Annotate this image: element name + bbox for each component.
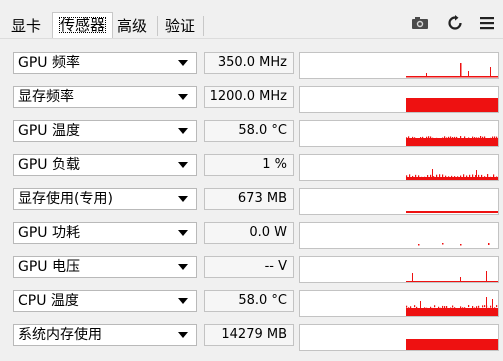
sensor-row: GPU 温度 58.0 °C bbox=[0, 112, 503, 147]
sensor-graph[interactable] bbox=[299, 256, 499, 283]
sensor-row: 显存频率 1200.0 MHz bbox=[0, 78, 503, 113]
chevron-down-icon bbox=[178, 162, 188, 168]
tab-sensors[interactable]: 传感器 bbox=[52, 12, 114, 39]
sensor-name-label: 显存频率 bbox=[18, 89, 74, 105]
gpu-z-sensors-window: 显卡 传感器 高级 验证 GPU 频率 350.0 MHz 显存频率 1200.… bbox=[0, 0, 503, 361]
sensor-value: 0.0 W bbox=[204, 222, 294, 244]
sensor-row: 显存使用(专用) 673 MB bbox=[0, 180, 503, 215]
sensor-name-label: GPU 温度 bbox=[18, 123, 80, 139]
refresh-icon[interactable] bbox=[447, 15, 465, 31]
sensor-graph[interactable] bbox=[299, 324, 499, 351]
sensor-value: 58.0 °C bbox=[204, 120, 294, 142]
sensor-name-label: CPU 温度 bbox=[18, 293, 79, 309]
sensor-value: 1 % bbox=[204, 154, 294, 176]
tab-separator bbox=[157, 16, 158, 36]
sensor-name-select[interactable]: GPU 电压 bbox=[13, 256, 197, 278]
chevron-down-icon bbox=[178, 230, 188, 236]
sensor-name-label: GPU 功耗 bbox=[18, 225, 80, 241]
sensor-row: GPU 负载 1 % bbox=[0, 146, 503, 181]
tab-validation[interactable]: 验证 bbox=[160, 14, 200, 38]
sensor-value: 673 MB bbox=[204, 188, 294, 210]
sensor-name-select[interactable]: GPU 频率 bbox=[13, 52, 197, 74]
sensor-name-select[interactable]: 显存频率 bbox=[13, 86, 197, 108]
tab-graphics-card[interactable]: 显卡 bbox=[6, 14, 46, 38]
sensor-value: 350.0 MHz bbox=[204, 52, 294, 74]
sensor-graph[interactable] bbox=[299, 86, 499, 113]
sensor-name-select[interactable]: 系统内存使用 bbox=[13, 324, 197, 346]
sensor-name-label: GPU 负载 bbox=[18, 157, 80, 173]
sensor-row: GPU 电压 -- V bbox=[0, 248, 503, 283]
sensor-name-label: 显存使用(专用) bbox=[18, 191, 113, 207]
chevron-down-icon bbox=[178, 332, 188, 338]
sensor-name-select[interactable]: GPU 负载 bbox=[13, 154, 197, 176]
sensor-value: 58.0 °C bbox=[204, 290, 294, 312]
tab-strip: 显卡 传感器 高级 验证 bbox=[0, 0, 503, 39]
chevron-down-icon bbox=[178, 94, 188, 100]
sensor-value: 1200.0 MHz bbox=[204, 86, 294, 108]
chevron-down-icon bbox=[178, 298, 188, 304]
tab-separator bbox=[203, 16, 204, 36]
sensor-value: 14279 MB bbox=[204, 324, 294, 346]
sensor-graph[interactable] bbox=[299, 290, 499, 317]
sensor-graph[interactable] bbox=[299, 120, 499, 147]
camera-icon[interactable] bbox=[411, 15, 429, 31]
chevron-down-icon bbox=[178, 60, 188, 66]
sensor-name-label: 系统内存使用 bbox=[18, 327, 102, 343]
sensor-row: GPU 功耗 0.0 W bbox=[0, 214, 503, 249]
sensor-graph[interactable] bbox=[299, 154, 499, 181]
sensor-value: -- V bbox=[204, 256, 294, 278]
sensor-name-label: GPU 电压 bbox=[18, 259, 80, 275]
tab-advanced[interactable]: 高级 bbox=[112, 14, 152, 38]
sensor-graph[interactable] bbox=[299, 52, 499, 79]
menu-icon[interactable] bbox=[479, 15, 497, 31]
sensor-name-select[interactable]: GPU 功耗 bbox=[13, 222, 197, 244]
sensor-graph[interactable] bbox=[299, 222, 499, 249]
sensor-name-select[interactable]: CPU 温度 bbox=[13, 290, 197, 312]
sensor-name-label: GPU 频率 bbox=[18, 55, 80, 71]
tab-strip-divider bbox=[0, 38, 503, 39]
sensor-graph[interactable] bbox=[299, 188, 499, 215]
sensor-row: 系统内存使用 14279 MB bbox=[0, 316, 503, 351]
sensor-name-select[interactable]: 显存使用(专用) bbox=[13, 188, 197, 210]
chevron-down-icon bbox=[178, 264, 188, 270]
sensor-name-select[interactable]: GPU 温度 bbox=[13, 120, 197, 142]
chevron-down-icon bbox=[178, 128, 188, 134]
sensor-row: CPU 温度 58.0 °C bbox=[0, 282, 503, 317]
chevron-down-icon bbox=[178, 196, 188, 202]
sensor-row: GPU 频率 350.0 MHz bbox=[0, 44, 503, 79]
